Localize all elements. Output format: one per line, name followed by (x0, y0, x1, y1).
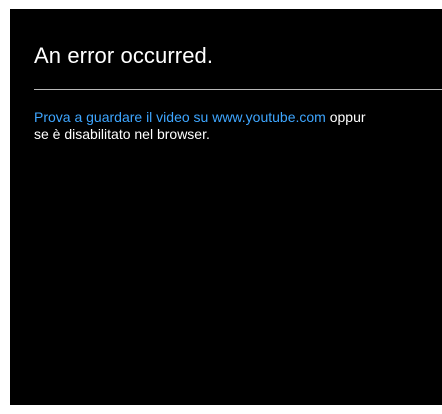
video-player-error-screen: An error occurred. Prova a guardare il v… (10, 9, 442, 405)
divider (34, 89, 442, 90)
error-message: Prova a guardare il video su www.youtube… (34, 109, 442, 143)
error-title: An error occurred. (34, 43, 214, 68)
youtube-link[interactable]: Prova a guardare il video su www.youtube… (34, 109, 326, 125)
error-message-text: oppur (325, 109, 366, 125)
error-message-line-2: se è disabilitato nel browser. (34, 126, 210, 142)
error-message-line-1: Prova a guardare il video su www.youtube… (34, 109, 442, 126)
